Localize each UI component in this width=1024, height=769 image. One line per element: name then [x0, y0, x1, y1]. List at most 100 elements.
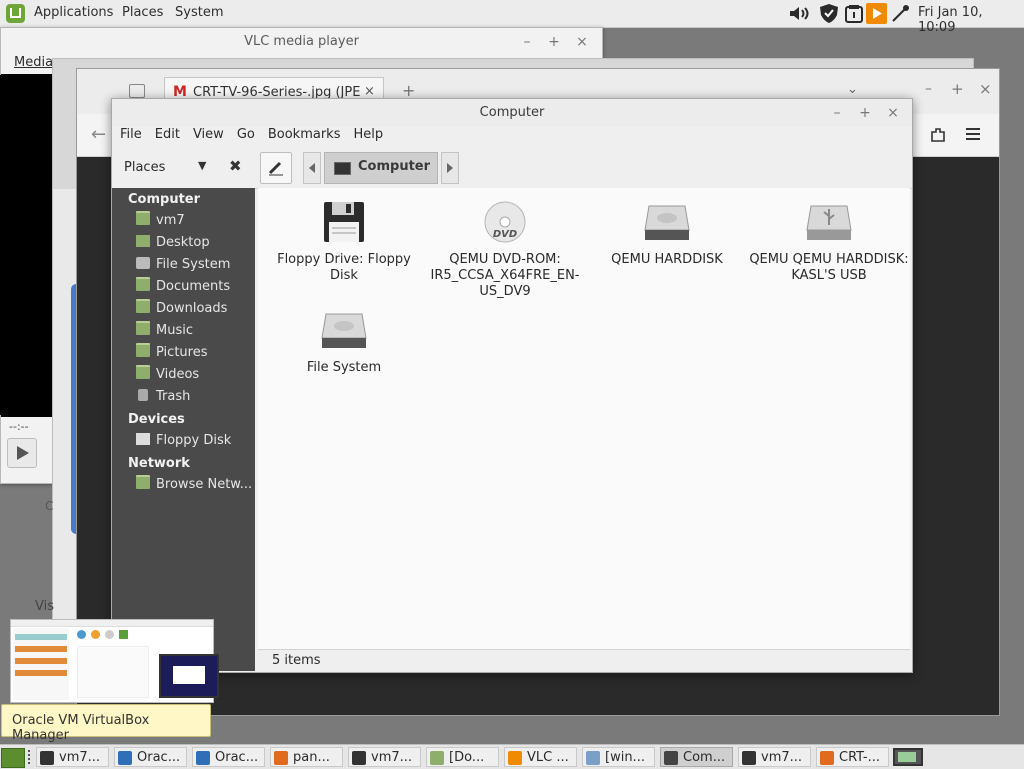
- menu-edit[interactable]: Edit: [155, 127, 180, 142]
- drive-item-file-system[interactable]: File System: [264, 308, 424, 376]
- sidebar-mode-label[interactable]: Places: [124, 160, 165, 175]
- minimize-button[interactable]: –: [516, 28, 538, 56]
- sidebar-item-desktop[interactable]: Desktop: [136, 233, 210, 253]
- maximize-button[interactable]: +: [543, 28, 565, 56]
- sidebar-item-pictures[interactable]: Pictures: [136, 343, 207, 363]
- harddisk-icon: [264, 308, 424, 356]
- menu-logo-icon[interactable]: [6, 4, 25, 23]
- applications-menu[interactable]: Applications: [34, 5, 113, 20]
- vlc-black-strip: [0, 75, 52, 415]
- tab-close-icon[interactable]: ×: [364, 84, 375, 99]
- sidebar-item-label: Documents: [156, 279, 231, 294]
- menu-go[interactable]: Go: [237, 127, 255, 142]
- sidebar-item-label: Desktop: [156, 235, 210, 250]
- taskbar-item[interactable]: vm7...: [738, 747, 811, 767]
- terminal-icon: [40, 751, 54, 765]
- show-desktop-icon[interactable]: [1, 748, 25, 768]
- breadcrumb-computer[interactable]: Computer: [324, 152, 438, 184]
- sidebar-item-label: Downloads: [156, 301, 228, 316]
- taskbar-item-label: Orac...: [137, 750, 181, 765]
- extensions-icon[interactable]: [929, 126, 947, 144]
- drive-item-usb[interactable]: QEMU QEMU HARDDISK: KASL'S USB: [749, 200, 909, 284]
- sidebar-item-vm7[interactable]: vm7: [136, 211, 185, 231]
- location-edit-button[interactable]: [260, 152, 292, 184]
- taskbar-item[interactable]: [Do...: [426, 747, 499, 767]
- drive-item-dvd-rom[interactable]: DVD QEMU DVD-ROM: IR5_CCSA_X64FRE_EN-US_…: [425, 200, 585, 300]
- image-icon: [586, 751, 600, 765]
- update-manager-icon[interactable]: [843, 4, 865, 24]
- preview-toolbar: [77, 628, 137, 642]
- computer-icon: [664, 751, 678, 765]
- taskbar-item[interactable]: Orac...: [192, 747, 265, 767]
- taskbar-item[interactable]: Orac...: [114, 747, 187, 767]
- vlc-play-button[interactable]: [7, 438, 37, 468]
- sidebar-item-music[interactable]: Music: [136, 321, 193, 341]
- sidebar-item-videos[interactable]: Videos: [136, 365, 199, 385]
- volume-icon[interactable]: [788, 5, 814, 22]
- minimize-button[interactable]: –: [826, 99, 848, 127]
- harddisk-icon: [136, 257, 150, 269]
- drive-item-label: QEMU HARDDISK: [611, 252, 723, 267]
- virtualbox-icon: [118, 751, 132, 765]
- sidebar-item-trash[interactable]: Trash: [136, 387, 190, 407]
- sidebar-item-label: Music: [156, 323, 193, 338]
- vlc-tray-icon[interactable]: [866, 3, 887, 24]
- taskbar-item[interactable]: VLC ...: [504, 747, 577, 767]
- drive-item-harddisk[interactable]: QEMU HARDDISK: [587, 200, 747, 268]
- network-folder-icon: [136, 475, 150, 489]
- firefox-icon: [274, 751, 288, 765]
- drive-item-label: QEMU DVD-ROM: IR5_CCSA_X64FRE_EN-US_DV9: [430, 252, 580, 299]
- taskbar-item[interactable]: CRT-...: [816, 747, 889, 767]
- close-sidebar-icon[interactable]: ✖: [229, 157, 242, 175]
- shield-icon[interactable]: [818, 3, 840, 24]
- sidebar-item-file-system[interactable]: File System: [136, 255, 230, 275]
- sidebar-item-documents[interactable]: Documents: [136, 277, 230, 297]
- taskbar-item[interactable]: vm7...: [348, 747, 421, 767]
- menu-file[interactable]: File: [120, 127, 142, 142]
- close-button[interactable]: ×: [979, 80, 992, 98]
- documents-folder-icon: [136, 277, 150, 291]
- drive-item-floppy[interactable]: Floppy Drive: Floppy Disk: [264, 200, 424, 284]
- firefox-icon: [820, 751, 834, 765]
- hamburger-menu-icon[interactable]: [966, 128, 980, 140]
- maximize-button[interactable]: +: [951, 80, 964, 98]
- maximize-button[interactable]: +: [854, 99, 876, 127]
- sidebar-item-floppy-disk[interactable]: Floppy Disk: [136, 431, 231, 451]
- minimize-button[interactable]: –: [925, 81, 932, 97]
- breadcrumb-left-arrow[interactable]: [303, 152, 321, 184]
- places-menu[interactable]: Places: [122, 5, 163, 20]
- taskbar-item[interactable]: pan...: [270, 747, 343, 767]
- vlc-titlebar[interactable]: VLC media player: [1, 28, 602, 56]
- menu-help[interactable]: Help: [353, 127, 383, 142]
- status-text: 5 items: [272, 653, 321, 668]
- taskbar-item[interactable]: Com...: [660, 747, 733, 767]
- sidebar-item-label: vm7: [156, 213, 185, 228]
- svg-text:DVD: DVD: [493, 229, 517, 240]
- sidebar-item-browse-network[interactable]: Browse Netw...: [136, 475, 252, 495]
- sidebar-item-downloads[interactable]: Downloads: [136, 299, 227, 319]
- sidebar-heading-network: Network: [128, 456, 190, 471]
- breadcrumb-right-arrow[interactable]: [441, 152, 459, 184]
- menu-bookmarks[interactable]: Bookmarks: [268, 127, 341, 142]
- taskbar-item-label: CRT-...: [839, 750, 880, 765]
- file-manager-titlebar[interactable]: Computer: [112, 99, 912, 127]
- preview-details: [77, 646, 149, 698]
- vlc-media-menu[interactable]: Media: [14, 55, 53, 70]
- network-tool-icon[interactable]: [890, 4, 910, 24]
- taskbar-item[interactable]: vm7...: [36, 747, 109, 767]
- close-button[interactable]: ×: [571, 28, 593, 56]
- clock[interactable]: Fri Jan 10, 10:09: [918, 5, 1024, 35]
- tab-overview-icon[interactable]: [129, 84, 145, 98]
- menu-view[interactable]: View: [193, 127, 224, 142]
- sidebar-item-label: Browse Netw...: [156, 477, 253, 492]
- window-preview-thumbnail[interactable]: [10, 619, 219, 703]
- taskbar-item[interactable]: [win...: [582, 747, 655, 767]
- close-button[interactable]: ×: [882, 99, 904, 127]
- workspace-switcher-icon[interactable]: [893, 748, 923, 766]
- breadcrumb-computer-label: Computer: [358, 159, 431, 174]
- back-arrow-icon[interactable]: ←: [91, 124, 106, 145]
- tab-list-chevron-icon[interactable]: ⌄: [847, 82, 858, 97]
- sidebar-mode-dropdown-icon[interactable]: ▼: [198, 159, 206, 172]
- taskbar-handle[interactable]: [28, 750, 34, 764]
- system-menu[interactable]: System: [175, 5, 223, 20]
